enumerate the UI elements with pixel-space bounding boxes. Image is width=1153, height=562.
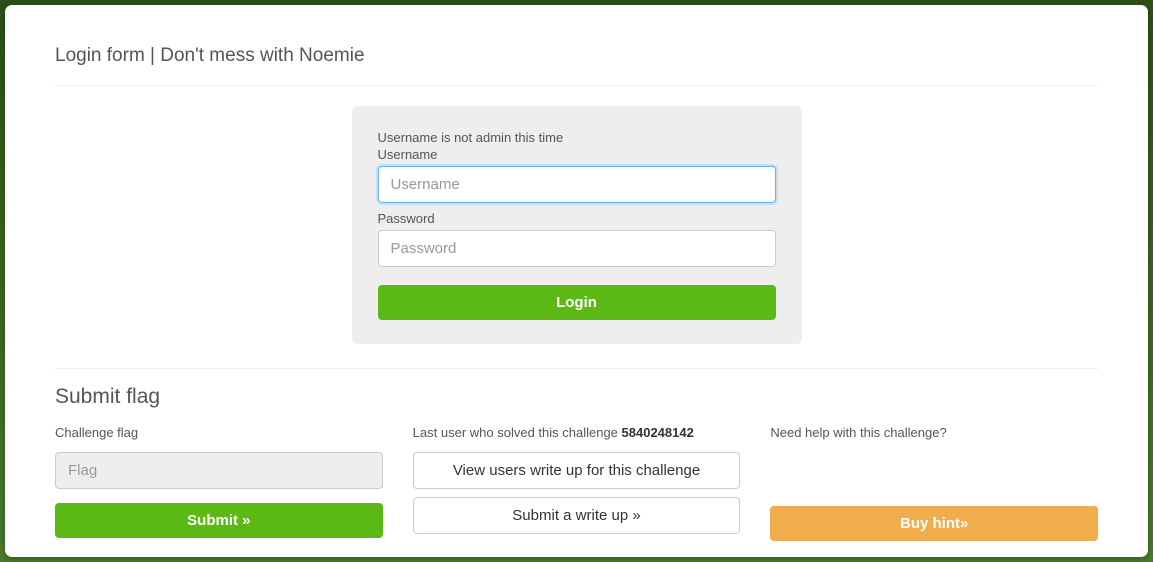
submit-flag-title: Submit flag bbox=[55, 385, 1098, 409]
writeup-column: Last user who solved this challenge 5840… bbox=[413, 425, 741, 541]
buy-hint-button[interactable]: Buy hint» bbox=[770, 506, 1098, 541]
need-help-label: Need help with this challenge? bbox=[770, 425, 1098, 440]
login-hint-text: Username is not admin this time bbox=[378, 130, 776, 145]
login-button[interactable]: Login bbox=[378, 285, 776, 320]
flag-input[interactable] bbox=[55, 452, 383, 489]
login-form-box: Username is not admin this time Username… bbox=[352, 106, 802, 344]
password-input[interactable] bbox=[378, 230, 776, 267]
submit-writeup-button[interactable]: Submit a write up » bbox=[413, 497, 741, 534]
password-label: Password bbox=[378, 211, 776, 226]
main-panel: Login form | Don't mess with Noemie User… bbox=[5, 5, 1148, 557]
footer-columns: Challenge flag Submit » Last user who so… bbox=[55, 425, 1098, 541]
last-solver-id: 5840248142 bbox=[622, 425, 694, 440]
hint-column: Need help with this challenge? Buy hint» bbox=[770, 425, 1098, 541]
last-solver-label: Last user who solved this challenge 5840… bbox=[413, 425, 741, 440]
username-input[interactable] bbox=[378, 166, 776, 203]
flag-column: Challenge flag Submit » bbox=[55, 425, 383, 541]
username-label: Username bbox=[378, 147, 776, 162]
last-solver-prefix: Last user who solved this challenge bbox=[413, 425, 622, 440]
submit-flag-button[interactable]: Submit » bbox=[55, 503, 383, 538]
page-title: Login form | Don't mess with Noemie bbox=[55, 45, 1098, 86]
section-divider bbox=[55, 368, 1098, 369]
challenge-flag-label: Challenge flag bbox=[55, 425, 383, 440]
spacer bbox=[770, 452, 1098, 492]
view-writeup-button[interactable]: View users write up for this challenge bbox=[413, 452, 741, 489]
